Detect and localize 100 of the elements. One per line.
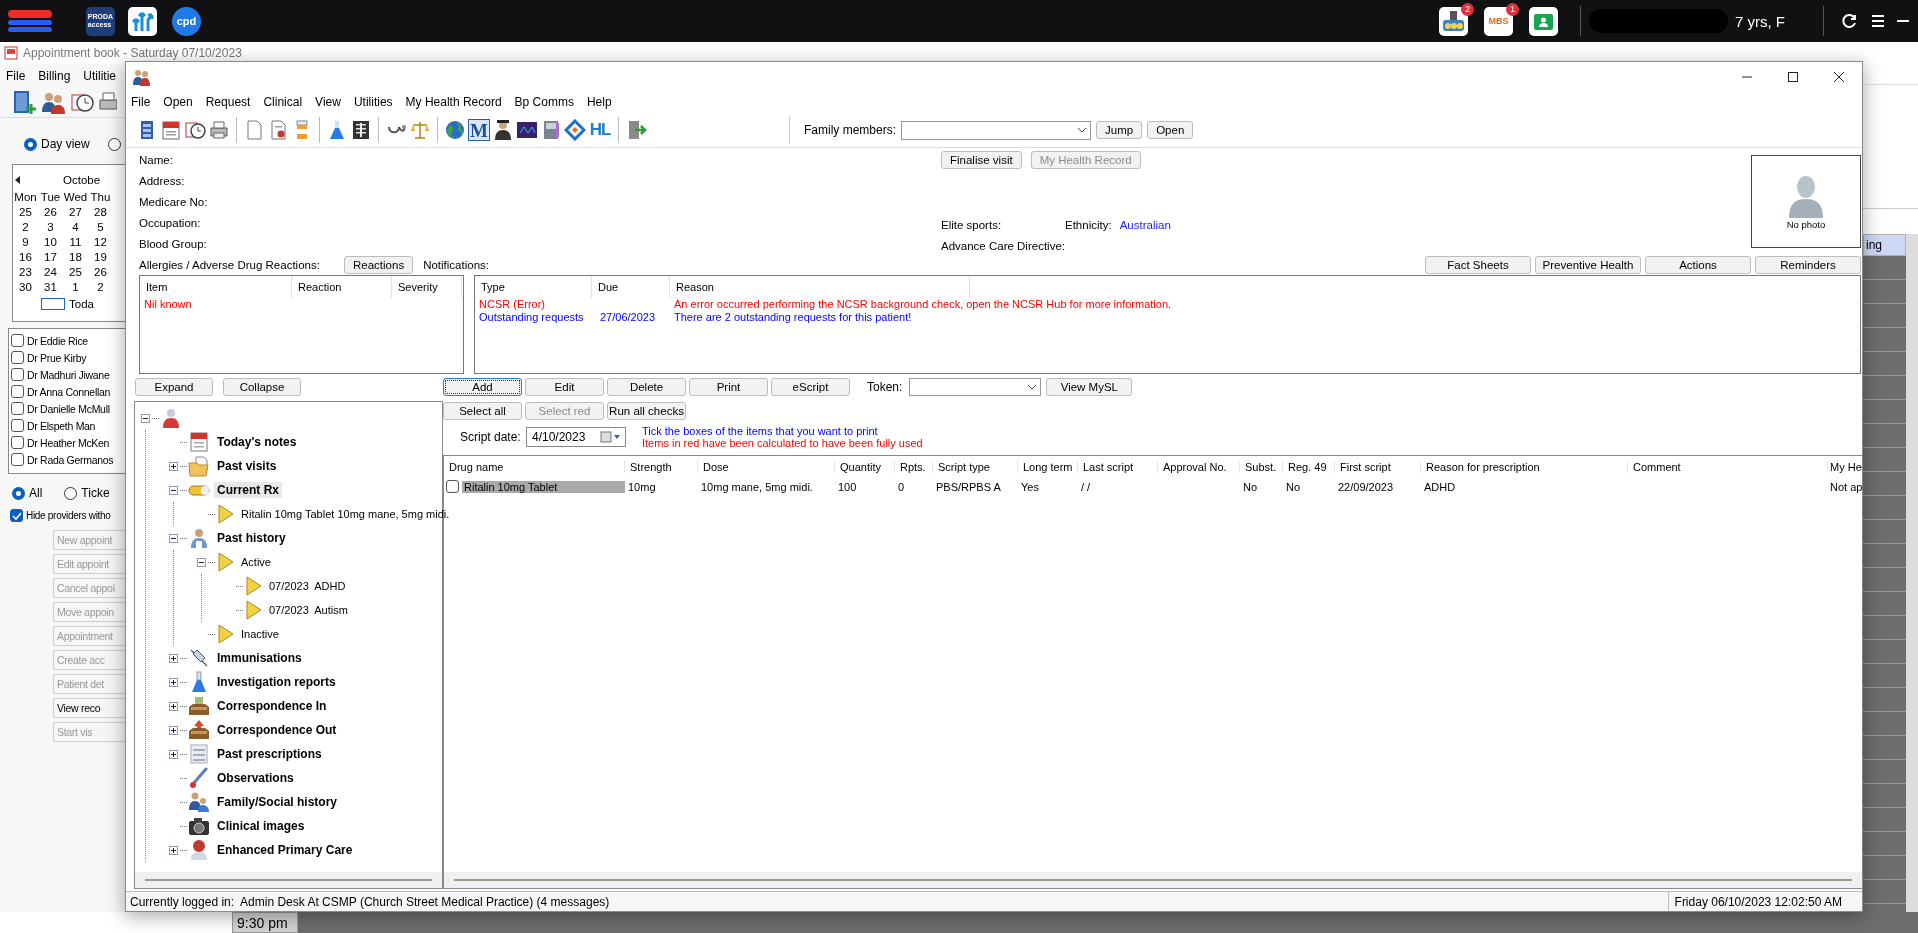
- button[interactable]: Open: [1147, 121, 1194, 139]
- clock-icon[interactable]: [184, 119, 206, 141]
- tree-item[interactable]: Clinical images: [214, 818, 308, 834]
- calendar-day[interactable]: 3: [38, 221, 63, 234]
- menu-item[interactable]: Billing: [38, 69, 71, 86]
- collapse-toggle-icon[interactable]: [197, 557, 206, 567]
- collapse-toggle-icon[interactable]: [141, 413, 150, 423]
- menu-item[interactable]: File: [6, 69, 26, 86]
- toolbar-button[interactable]: M: [468, 119, 490, 141]
- menu-item[interactable]: Open: [163, 95, 193, 113]
- action-button[interactable]: View reco: [53, 698, 125, 718]
- tree-item[interactable]: Enhanced Primary Care: [214, 842, 356, 858]
- button[interactable]: Reminders: [1755, 256, 1861, 274]
- calendar-day[interactable]: 17: [38, 251, 63, 264]
- collapse-toggle-icon[interactable]: [169, 533, 178, 543]
- checkbox[interactable]: [11, 402, 24, 415]
- book-plus-icon[interactable]: [12, 90, 36, 116]
- button[interactable]: Collapse: [223, 378, 301, 396]
- calendar-dropdown-icon[interactable]: [600, 431, 622, 443]
- calendar-day[interactable]: 2: [88, 281, 113, 294]
- tree-item[interactable]: Immunisations: [214, 650, 305, 666]
- calendar-day[interactable]: 24: [38, 266, 63, 279]
- maximize-icon[interactable]: [1787, 71, 1799, 83]
- checkbox[interactable]: [446, 480, 459, 493]
- checkbox[interactable]: [11, 453, 24, 466]
- tree-item[interactable]: Past history: [214, 530, 289, 546]
- tree-item[interactable]: Correspondence In: [214, 698, 330, 714]
- menu-icon[interactable]: [1870, 13, 1886, 29]
- checkbox[interactable]: [11, 385, 24, 398]
- collapse-toggle-icon[interactable]: [169, 485, 178, 495]
- wave-tile-icon[interactable]: [516, 119, 538, 141]
- calendar-day[interactable]: 12: [88, 236, 113, 249]
- calendar-day[interactable]: 26: [88, 266, 113, 279]
- button[interactable]: Expand: [135, 378, 213, 396]
- graduate-icon[interactable]: [492, 119, 514, 141]
- calendar-day[interactable]: 19: [88, 251, 113, 264]
- button[interactable]: Run all checks: [607, 402, 686, 420]
- calendar-day[interactable]: 25: [13, 206, 38, 219]
- scrollbar[interactable]: [1906, 234, 1918, 912]
- tree-item[interactable]: Family/Social history: [214, 794, 341, 810]
- calendar-day[interactable]: 30: [13, 281, 38, 294]
- expand-toggle-icon[interactable]: [169, 749, 178, 759]
- machine-icon[interactable]: [1439, 6, 1468, 36]
- checkbox[interactable]: [10, 508, 23, 522]
- tree-item[interactable]: Investigation reports: [214, 674, 339, 690]
- button[interactable]: eScript: [771, 378, 850, 396]
- diamond-icon[interactable]: [564, 119, 586, 141]
- expand-toggle-icon[interactable]: [169, 725, 178, 735]
- calendar-day[interactable]: 27: [63, 206, 88, 219]
- button[interactable]: Select all: [443, 402, 522, 420]
- people-icon[interactable]: [41, 90, 65, 116]
- family-dropdown[interactable]: [901, 120, 1091, 140]
- menu-item[interactable]: Request: [205, 95, 251, 113]
- button[interactable]: Finalise visit: [941, 151, 1022, 169]
- button[interactable]: Add: [443, 378, 522, 396]
- printer-icon[interactable]: [208, 119, 230, 141]
- refresh-icon[interactable]: [1842, 13, 1858, 29]
- tree-item[interactable]: Past visits: [214, 458, 280, 474]
- checkbox[interactable]: [11, 368, 24, 381]
- menu-item[interactable]: Utilitie: [83, 69, 117, 86]
- app-tile[interactable]: cpd: [172, 6, 201, 36]
- expand-toggle-icon[interactable]: [169, 701, 178, 711]
- expand-toggle-icon[interactable]: [169, 653, 178, 663]
- button[interactable]: Reactions: [344, 256, 414, 274]
- tree-item[interactable]: Current Rx: [214, 482, 282, 498]
- calendar-day[interactable]: 26: [38, 206, 63, 219]
- calendar-day[interactable]: 4: [63, 221, 88, 234]
- scrollbar[interactable]: [444, 872, 1863, 888]
- calendar-day[interactable]: 23: [13, 266, 38, 279]
- tree-item[interactable]: 07/2023 ADHD: [266, 579, 349, 593]
- prev-month-icon[interactable]: [13, 175, 23, 185]
- expand-toggle-icon[interactable]: [169, 677, 178, 687]
- menu-item[interactable]: Utilities: [353, 95, 393, 113]
- folder-icon[interactable]: [1529, 6, 1558, 36]
- calendar-day[interactable]: 11: [63, 236, 88, 249]
- calendar-day[interactable]: 9: [13, 236, 38, 249]
- calendar-day[interactable]: 18: [63, 251, 88, 264]
- date-field[interactable]: 4/10/2023: [526, 427, 626, 447]
- tree-item[interactable]: Active: [238, 555, 274, 569]
- radio-button[interactable]: [12, 486, 25, 500]
- button[interactable]: Print: [689, 378, 768, 396]
- checkbox[interactable]: [11, 419, 24, 432]
- token-dropdown[interactable]: [909, 378, 1042, 396]
- expand-toggle-icon[interactable]: [169, 845, 178, 855]
- calendar-day[interactable]: 10: [38, 236, 63, 249]
- checkbox[interactable]: [11, 436, 24, 449]
- menu-item[interactable]: View: [315, 95, 341, 113]
- button[interactable]: View MySL: [1046, 378, 1133, 396]
- arrows-icon[interactable]: [128, 6, 157, 36]
- tree-item[interactable]: Inactive: [238, 627, 282, 641]
- menu-item[interactable]: Bp Comms: [514, 95, 574, 113]
- today-link[interactable]: Toda: [69, 298, 94, 310]
- button[interactable]: Fact Sheets: [1425, 256, 1531, 274]
- radio-button[interactable]: [107, 137, 121, 151]
- calendar-day[interactable]: 31: [38, 281, 63, 294]
- tree-item[interactable]: 07/2023 Autism: [266, 603, 351, 617]
- button[interactable]: Edit: [525, 378, 604, 396]
- menu-item[interactable]: File: [131, 95, 151, 113]
- menu-item[interactable]: Help: [586, 95, 612, 113]
- checkbox[interactable]: [11, 334, 24, 347]
